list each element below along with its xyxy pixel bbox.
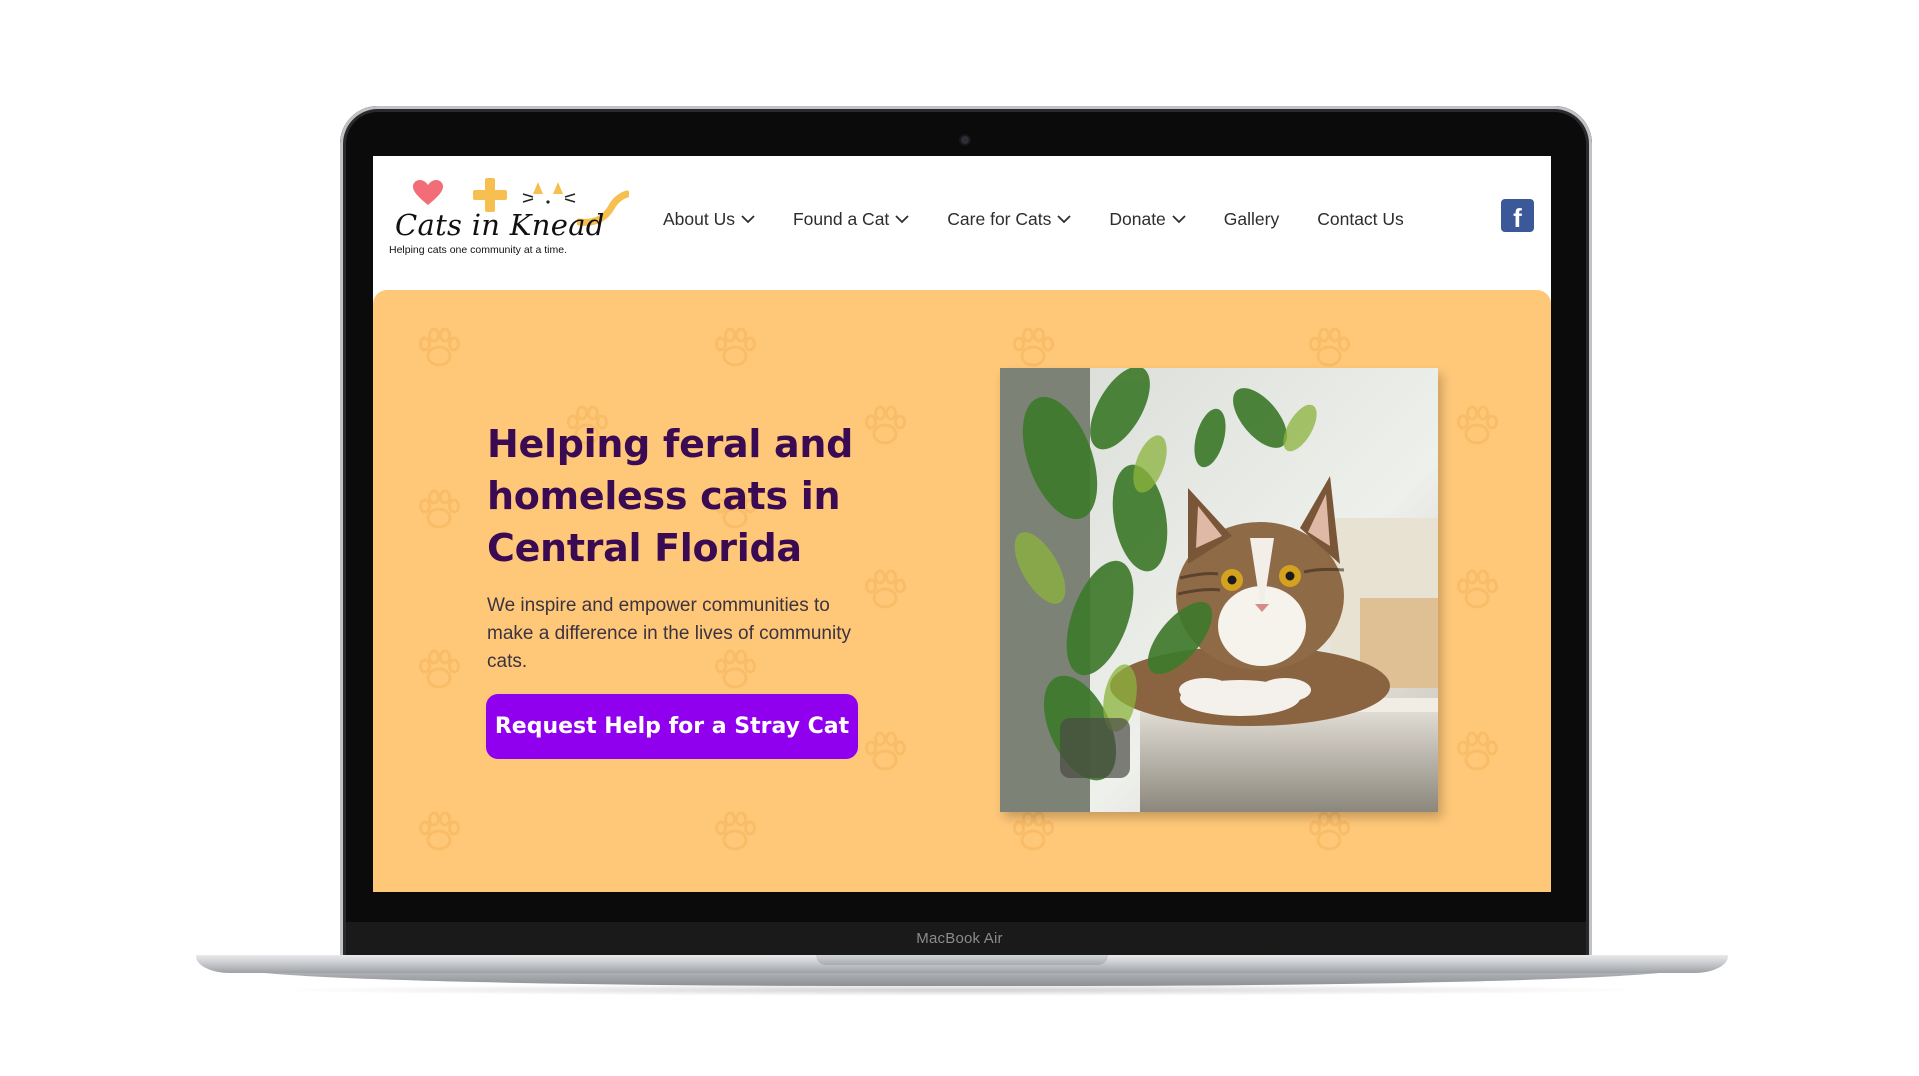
- paw-print-icon: [715, 811, 756, 851]
- site-header: Cats in Knead Helping cats one community…: [373, 156, 1551, 290]
- hero-title: Helping feral and homeless cats in Centr…: [487, 422, 854, 570]
- laptop-screen: Cats in Knead Helping cats one community…: [373, 156, 1551, 892]
- site-logo[interactable]: Cats in Knead Helping cats one community…: [387, 176, 629, 266]
- paw-print-icon: [419, 649, 460, 689]
- cat-face-icon: [522, 182, 576, 204]
- nav-item-label: About Us: [663, 208, 735, 229]
- medical-cross-icon: [473, 178, 507, 212]
- nav-item-label: Contact Us: [1317, 208, 1404, 229]
- tabby-cat-photo-icon: [1000, 368, 1438, 812]
- paw-print-icon: [419, 811, 460, 851]
- paw-print-icon: [1457, 569, 1498, 609]
- paw-print-icon: [1457, 731, 1498, 771]
- facebook-glyph: f: [1513, 203, 1522, 232]
- nav-item-donate[interactable]: Donate: [1109, 208, 1186, 230]
- laptop-model-label: MacBook Air: [916, 930, 1003, 947]
- facebook-icon[interactable]: f: [1501, 199, 1534, 232]
- nav-item-found-a-cat[interactable]: Found a Cat: [793, 209, 909, 230]
- paw-print-icon: [1013, 327, 1054, 367]
- nav-item-label: Found a Cat: [792, 208, 890, 229]
- main-navigation: About Us Found a Cat Care for Cats Donat…: [663, 204, 1442, 234]
- hero-description: We inspire and empower communities to ma…: [487, 595, 851, 672]
- nav-item-care-for-cats[interactable]: Care for Cats: [947, 209, 1071, 230]
- chevron-down-icon: [1172, 214, 1186, 223]
- laptop-opening-notch: [816, 955, 1108, 965]
- paw-print-icon: [419, 489, 460, 529]
- chevron-down-icon: [1057, 214, 1071, 223]
- nav-item-label: Gallery: [1223, 208, 1280, 229]
- paw-print-icon: [865, 731, 906, 771]
- webcam-dot: [961, 136, 969, 144]
- brand-tagline: Helping cats one community at a time.: [389, 244, 567, 256]
- paw-print-icon: [1309, 811, 1350, 851]
- paw-print-icon: [715, 327, 756, 367]
- chevron-down-icon: [895, 214, 909, 223]
- paw-print-icon: [1457, 405, 1498, 445]
- nav-item-gallery[interactable]: Gallery: [1224, 209, 1279, 230]
- chevron-down-icon: [741, 214, 755, 223]
- hero-section: Helping feral and homeless cats in Centr…: [373, 290, 1551, 892]
- nav-item-label: Donate: [1109, 208, 1166, 229]
- nav-item-about-us[interactable]: About Us: [663, 209, 755, 230]
- request-help-button[interactable]: Request Help for a Stray Cat: [486, 694, 858, 759]
- nav-item-label: Care for Cats: [947, 208, 1052, 229]
- brand-name: Cats in Knead: [395, 208, 605, 242]
- paw-print-icon: [419, 327, 460, 367]
- paw-print-icon: [1013, 811, 1054, 851]
- nav-item-contact-us[interactable]: Contact Us: [1317, 209, 1404, 230]
- paw-print-icon: [1309, 327, 1350, 367]
- heart-icon: [413, 180, 443, 205]
- hero-cat-photo: [1000, 368, 1438, 812]
